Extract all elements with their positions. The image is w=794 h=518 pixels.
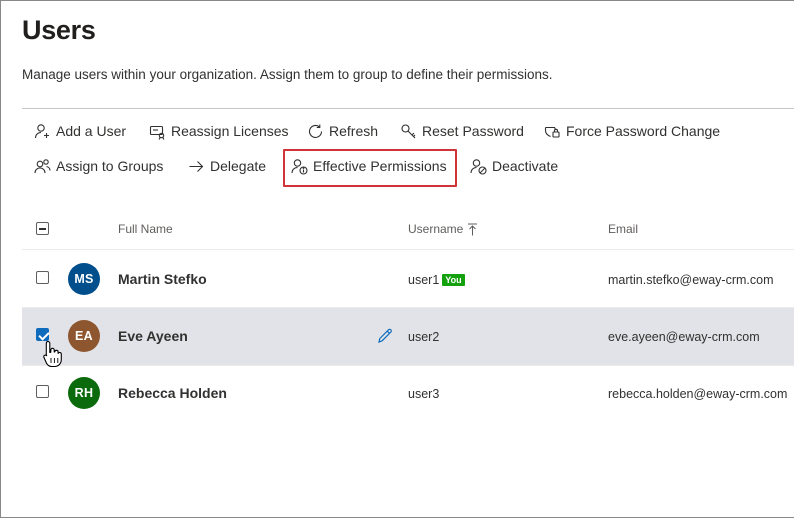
avatar: EA <box>68 320 100 352</box>
reassign-licenses-label: Reassign Licenses <box>171 123 289 139</box>
email-cell: martin.stefko@eway-crm.com <box>608 273 774 287</box>
select-all-checkbox[interactable] <box>36 222 49 235</box>
column-header-username[interactable]: Username <box>408 222 478 236</box>
email-cell: eve.ayeen@eway-crm.com <box>608 330 760 344</box>
sort-ascending-icon <box>468 223 478 235</box>
assign-to-groups-button[interactable]: Assign to Groups <box>34 158 163 175</box>
arrow-right-icon <box>189 161 204 172</box>
add-user-label: Add a User <box>56 123 127 139</box>
edit-pencil-icon[interactable] <box>376 327 394 345</box>
header-divider-line <box>22 249 794 250</box>
refresh-icon <box>308 124 323 138</box>
force-password-change-label: Force Password Change <box>566 123 721 139</box>
username-cell: user3 <box>408 387 439 401</box>
header-divider <box>22 108 794 109</box>
avatar-initials: MS <box>74 272 94 286</box>
assign-to-groups-label: Assign to Groups <box>56 158 164 174</box>
username-text: user2 <box>408 330 440 344</box>
avatar-initials: EA <box>75 329 93 343</box>
key-icon <box>401 124 416 139</box>
delegate-button[interactable]: Delegate <box>188 158 266 175</box>
delegate-label: Delegate <box>210 158 267 174</box>
add-user-button[interactable]: Add a User <box>34 123 126 140</box>
deactivate-label: Deactivate <box>492 158 559 174</box>
column-header-email[interactable]: Email <box>608 222 638 236</box>
username-text: user3 <box>408 387 440 401</box>
row-checkbox-rebecca[interactable] <box>36 385 49 398</box>
refresh-label: Refresh <box>329 123 379 139</box>
reset-password-label: Reset Password <box>422 123 524 139</box>
username-header-label: Username <box>408 222 464 236</box>
email-header-label: Email <box>608 222 639 236</box>
username-cell: user2 <box>408 330 439 344</box>
user-full-name[interactable]: Martin Stefko <box>118 271 207 287</box>
force-password-change-button[interactable]: Force Password Change <box>544 123 720 140</box>
hand-pointer-cursor-icon <box>43 340 62 368</box>
user-full-name[interactable]: Eve Ayeen <box>118 328 188 344</box>
license-card-icon <box>149 125 165 140</box>
username-cell: user1 You <box>408 273 465 287</box>
effective-permissions-highlight <box>283 149 457 187</box>
page-title: Users <box>22 15 96 45</box>
avatar: MS <box>68 263 100 295</box>
page-subtitle: Manage users within your organization. A… <box>22 67 553 82</box>
full-name-header-label: Full Name <box>118 222 173 236</box>
reset-password-button[interactable]: Reset Password <box>400 123 524 140</box>
shield-icon <box>544 126 560 138</box>
reassign-licenses-button[interactable]: Reassign Licenses <box>149 123 289 140</box>
row-checkbox-martin[interactable] <box>36 271 49 284</box>
avatar-initials: RH <box>74 386 94 400</box>
add-person-icon <box>34 124 49 139</box>
user-full-name[interactable]: Rebecca Holden <box>118 385 227 401</box>
refresh-button[interactable]: Refresh <box>307 123 378 140</box>
row-divider <box>22 365 794 366</box>
avatar: RH <box>68 377 100 409</box>
person-block-icon <box>470 159 487 175</box>
people-group-icon <box>34 159 51 174</box>
email-cell: rebecca.holden@eway-crm.com <box>608 387 788 401</box>
you-badge: You <box>442 274 465 286</box>
deactivate-button[interactable]: Deactivate <box>470 158 558 175</box>
column-header-full-name[interactable]: Full Name <box>118 222 173 236</box>
username-text: user1 <box>408 273 440 287</box>
users-page: Users Manage users within your organizat… <box>0 0 794 518</box>
